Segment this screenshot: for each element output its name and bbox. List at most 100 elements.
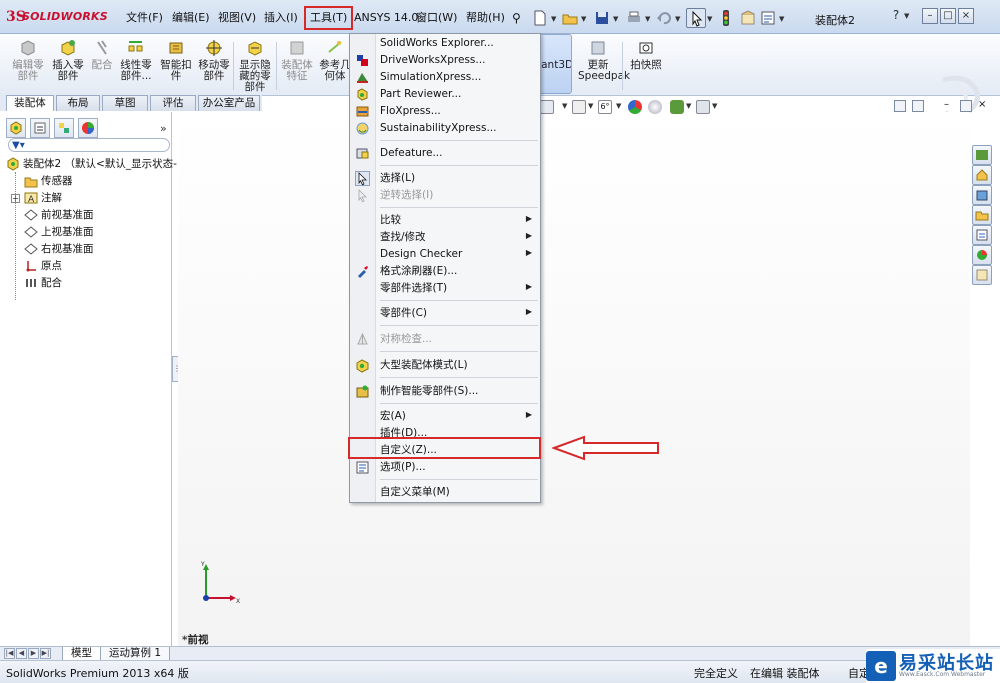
menu-item-component-selection[interactable]: 零部件选择(T) ▶ — [350, 280, 540, 297]
dropdown-arrow-icon[interactable]: ▼ — [645, 15, 650, 23]
help-icon[interactable]: ? — [888, 8, 904, 24]
update-speedpak-button[interactable]: 更新 Speedpak — [578, 38, 630, 94]
options-icon[interactable] — [758, 8, 778, 28]
menu-item-driveworksxpress[interactable]: DriveWorksXpress... — [350, 52, 540, 69]
menu-item-simulationxpress[interactable]: SimulationXpress... — [350, 69, 540, 86]
open-folder-icon[interactable] — [560, 8, 580, 28]
move-component-button[interactable]: 移动零 部件 — [196, 38, 232, 94]
tree-item-annotations[interactable]: A 注解 — [24, 190, 62, 207]
dropdown-arrow-icon[interactable]: ▼ — [551, 15, 556, 23]
dropdown-arrow-icon[interactable]: ▼ — [904, 12, 909, 20]
dropdown-arrow-icon[interactable]: ▼ — [686, 102, 691, 110]
tab-model[interactable]: 模型 — [62, 647, 101, 661]
menu-view[interactable]: 视图(V) — [214, 6, 260, 30]
close-button[interactable]: × — [958, 8, 974, 24]
tree-item-right-plane[interactable]: 右视基准面 — [24, 241, 94, 258]
property-manager-tab-icon[interactable] — [30, 118, 50, 138]
menu-tools[interactable]: 工具(T) — [304, 6, 354, 30]
save-icon[interactable] — [592, 8, 612, 28]
menu-help[interactable]: 帮助(H) — [462, 6, 509, 30]
tree-filter[interactable]: ▼▾ — [8, 138, 170, 152]
display-manager-tab-icon[interactable] — [78, 118, 98, 138]
first-tab-arrow-icon[interactable]: |◀ — [4, 648, 15, 659]
solidworks-logo[interactable]: 3S SOLIDWORKS — [6, 8, 116, 28]
tree-root[interactable]: 装配体2 （默认<默认_显示状态- — [6, 156, 177, 173]
menu-item-large-assembly-mode[interactable]: 大型装配体模式(L) — [350, 357, 540, 374]
assembly-feature-button[interactable]: 装配体 特征 — [278, 38, 316, 94]
split-view-icon[interactable] — [912, 100, 924, 112]
minimize-view-icon[interactable]: – — [944, 100, 956, 112]
custom-properties-icon[interactable] — [972, 265, 992, 285]
graphics-area[interactable] — [178, 112, 970, 647]
view-palette-icon[interactable] — [972, 225, 992, 245]
appearance-icon[interactable] — [628, 100, 642, 114]
smart-fasteners-button[interactable]: 智能扣 件 — [156, 38, 196, 94]
home-icon[interactable] — [972, 165, 992, 185]
tree-item-front-plane[interactable]: 前视基准面 — [24, 207, 94, 224]
menu-file[interactable]: 文件(F) — [122, 6, 167, 30]
menu-insert[interactable]: 插入(I) — [260, 6, 302, 30]
close-view-icon[interactable]: × — [978, 100, 990, 112]
new-document-icon[interactable] — [530, 8, 550, 28]
menu-item-floxpress[interactable]: FloXpress... — [350, 103, 540, 120]
tab-evaluate[interactable]: 评估 — [150, 95, 196, 111]
expand-panel-icon[interactable]: » — [160, 122, 167, 135]
print-icon[interactable] — [624, 8, 644, 28]
select-cursor-icon[interactable] — [686, 8, 706, 28]
tab-sketch[interactable]: 草图 — [102, 95, 148, 111]
menu-item-part-reviewer[interactable]: Part Reviewer... — [350, 86, 540, 103]
scene-icon[interactable] — [648, 100, 662, 114]
next-tab-arrow-icon[interactable]: ▶ — [28, 648, 39, 659]
menu-item-solidworks-explorer[interactable]: SolidWorks Explorer... — [350, 35, 540, 52]
insert-component-button[interactable]: 插入零 部件 — [48, 38, 88, 94]
rebuild-traffic-light-icon[interactable] — [716, 8, 736, 28]
mate-button[interactable]: 配合 — [88, 38, 116, 94]
dropdown-arrow-icon[interactable]: ▼ — [616, 102, 621, 110]
menu-window[interactable]: 窗口(W) — [412, 6, 461, 30]
snapshot-button[interactable]: 拍快照 — [626, 38, 666, 94]
menu-item-customize-menu[interactable]: 自定义菜单(M) — [350, 484, 540, 501]
configuration-manager-tab-icon[interactable] — [54, 118, 74, 138]
filter-icon[interactable]: ▼▾ — [12, 139, 25, 152]
dropdown-arrow-icon[interactable]: ▼ — [588, 102, 593, 110]
menu-item-select[interactable]: 选择(L) — [350, 170, 540, 187]
view-orientation-icon[interactable] — [540, 100, 554, 114]
undo-icon[interactable] — [654, 8, 674, 28]
linear-pattern-button[interactable]: 线性零 部件... — [116, 38, 156, 94]
tree-item-top-plane[interactable]: 上视基准面 — [24, 224, 94, 241]
show-hidden-components-button[interactable]: 显示隐 藏的零 部件 — [236, 38, 274, 94]
dropdown-arrow-icon[interactable]: ▼ — [675, 15, 680, 23]
tab-layout[interactable]: 布局 — [56, 95, 100, 111]
display-style-icon[interactable] — [572, 100, 586, 114]
hide-show-icon[interactable]: 6° — [598, 100, 612, 114]
pin-icon[interactable]: ⚲ — [508, 6, 525, 30]
tree-item-sensors[interactable]: 传感器 — [24, 173, 73, 190]
dropdown-arrow-icon[interactable]: ▼ — [613, 15, 618, 23]
menu-item-sustainabilityxpress[interactable]: SustainabilityXpress... — [350, 120, 540, 137]
menu-item-make-smart-component[interactable]: 制作智能零部件(S)... — [350, 383, 540, 400]
edit-component-button[interactable]: 编辑零 部件 — [6, 38, 50, 94]
design-library-icon[interactable] — [972, 185, 992, 205]
dropdown-arrow-icon[interactable]: ▼ — [562, 102, 567, 110]
menu-item-find-modify[interactable]: 查找/修改 ▶ — [350, 229, 540, 246]
menu-edit[interactable]: 编辑(E) — [168, 6, 214, 30]
minimize-button[interactable]: – — [922, 8, 938, 24]
tab-motion-study[interactable]: 运动算例 1 — [100, 647, 171, 661]
apply-scene-icon[interactable] — [670, 100, 684, 114]
prev-tab-arrow-icon[interactable]: ◀ — [16, 648, 27, 659]
feature-manager-tab-icon[interactable] — [6, 118, 26, 138]
solidworks-resources-icon[interactable] — [972, 145, 992, 165]
menu-item-compare[interactable]: 比较 ▶ — [350, 212, 540, 229]
dropdown-arrow-icon[interactable]: ▼ — [712, 102, 717, 110]
menu-item-component[interactable]: 零部件(C) ▶ — [350, 305, 540, 322]
dropdown-arrow-icon[interactable]: ▼ — [779, 15, 784, 23]
file-properties-icon[interactable] — [738, 8, 758, 28]
appearances-icon[interactable] — [972, 245, 992, 265]
split-view-icon[interactable] — [894, 100, 906, 112]
menu-item-options[interactable]: 选项(P)... — [350, 459, 540, 476]
tree-item-origin[interactable]: 原点 — [24, 258, 62, 275]
file-explorer-icon[interactable] — [972, 205, 992, 225]
tab-office-products[interactable]: 办公室产品 — [198, 95, 260, 111]
last-tab-arrow-icon[interactable]: ▶| — [40, 648, 51, 659]
menu-item-design-checker[interactable]: Design Checker ▶ — [350, 246, 540, 263]
